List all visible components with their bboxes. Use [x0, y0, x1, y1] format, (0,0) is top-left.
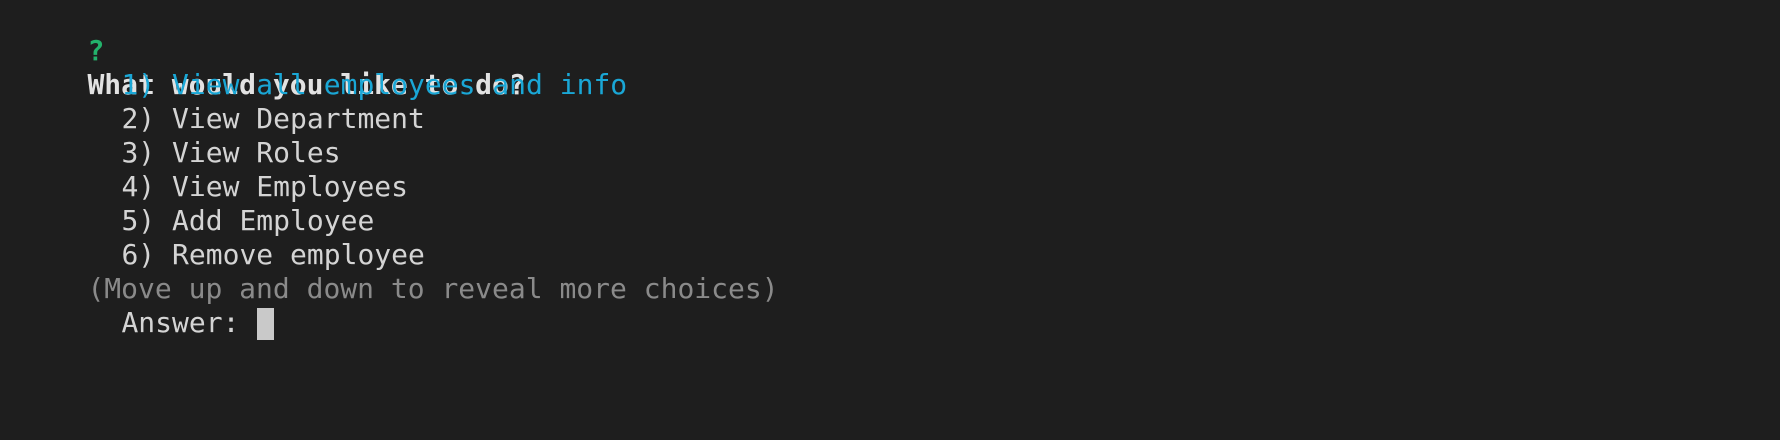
choice-label-selected[interactable]: 1) View all employees and info — [121, 68, 627, 101]
choice-label[interactable]: 6) Remove employee — [121, 238, 424, 271]
choice-label[interactable]: 3) View Roles — [121, 136, 340, 169]
choice-label[interactable]: 4) View Employees — [121, 170, 408, 203]
choice-item[interactable]: 1) View all employees and info — [20, 34, 1760, 101]
choice-label[interactable]: 5) Add Employee — [121, 204, 374, 237]
choice-label[interactable]: 2) View Department — [121, 102, 424, 135]
cursor-block-icon[interactable] — [257, 308, 275, 340]
scroll-hint: (Move up and down to reveal more choices… — [87, 272, 779, 305]
terminal-window: ? What would you like to do? 1) View all… — [20, 0, 1760, 440]
prompt-line: ? What would you like to do? — [20, 0, 1760, 101]
answer-label: Answer: — [121, 306, 240, 339]
question-mark-icon: ? — [87, 34, 105, 67]
